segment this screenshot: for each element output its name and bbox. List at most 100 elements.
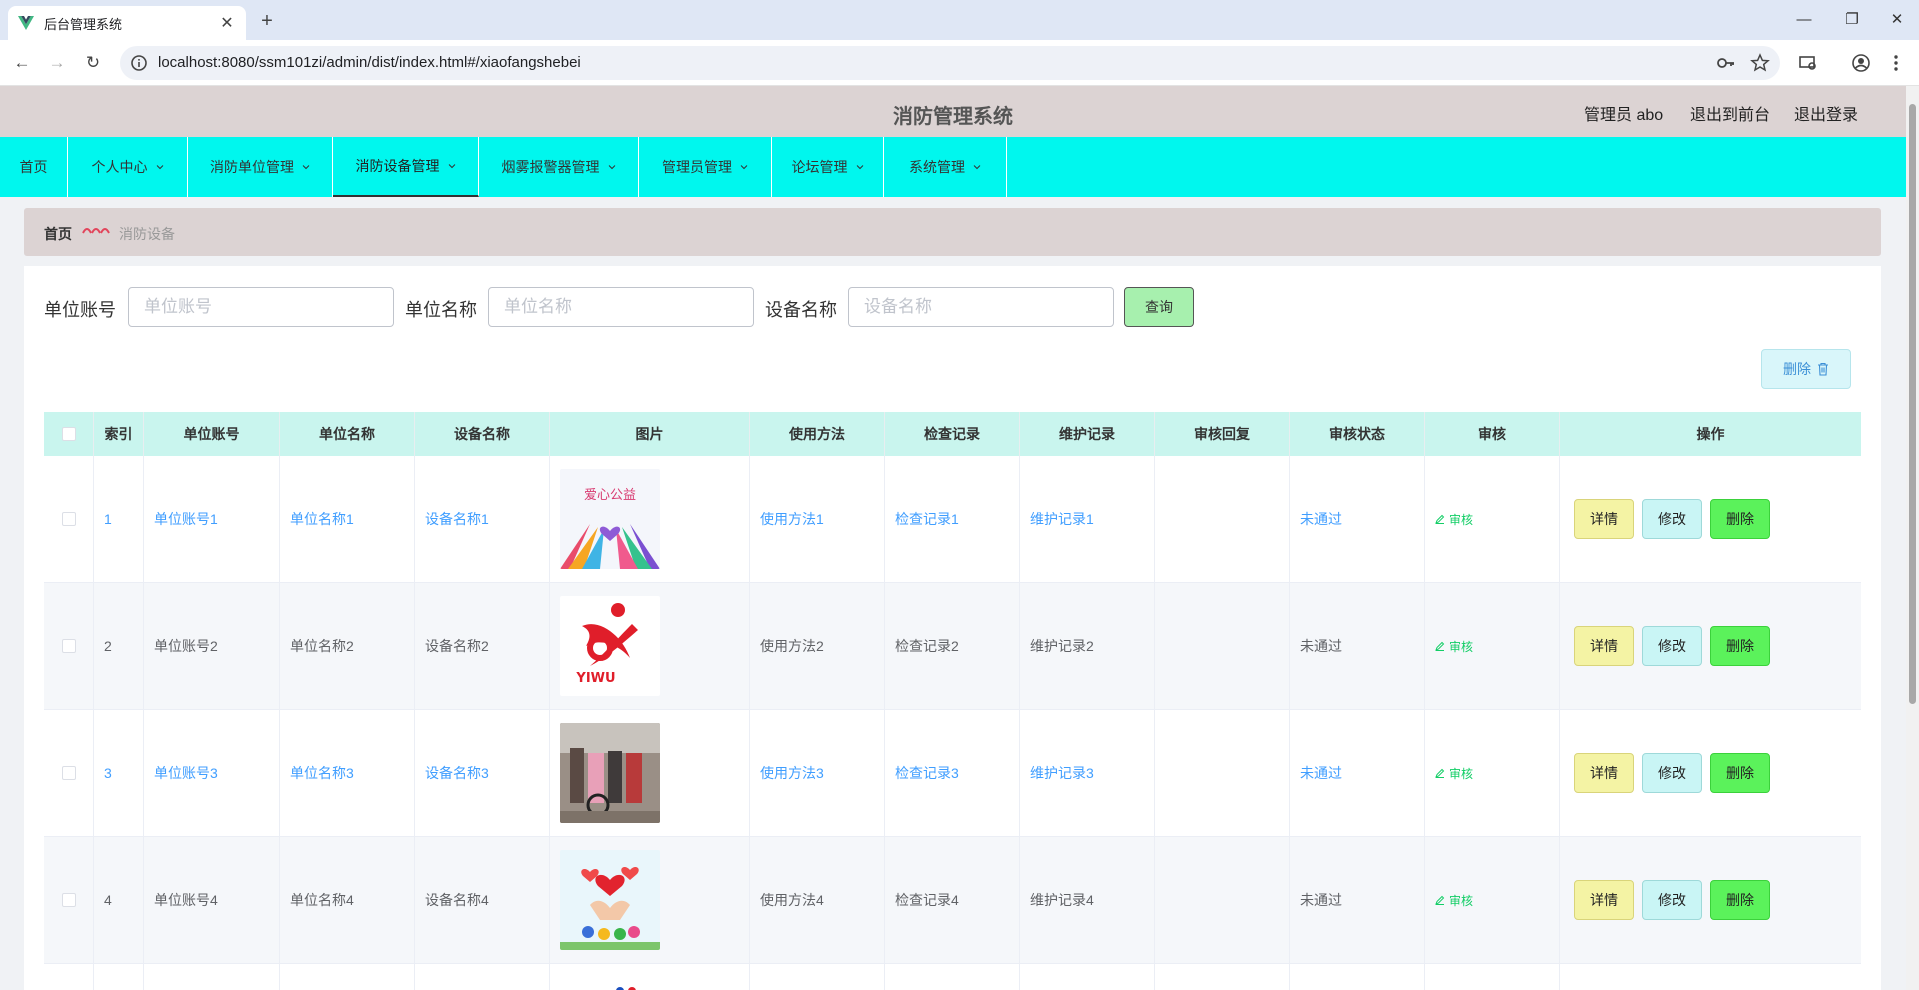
device-image[interactable]: 爱心公益 [560,469,660,569]
detail-button[interactable]: 详情 [1574,626,1634,666]
close-tab-icon[interactable]: ✕ [218,13,236,33]
logout-link[interactable]: 退出登录 [1794,101,1858,125]
delete-button[interactable]: 删除 [1710,499,1770,539]
row-checkbox[interactable] [61,639,76,653]
browser-menu-icon[interactable] [1886,53,1906,73]
query-button[interactable]: 查询 [1124,287,1194,327]
restore-icon[interactable]: ❐ [1840,8,1864,32]
table-row: 2 单位账号2 单位名称2 设备名称2 YIWU 使用方法2 检查记录2 维护记… [44,583,1861,710]
menu-label: 消防设备管理 [355,158,440,174]
delete-button[interactable]: 删除 [1710,626,1770,666]
exit-to-front-link[interactable]: 退出到前台 [1690,101,1770,125]
close-window-icon[interactable]: ✕ [1885,8,1909,32]
audit-button[interactable]: 审核 [1435,511,1473,528]
breadcrumb-current: 消防设备 [119,226,175,242]
edit-button[interactable]: 修改 [1642,753,1702,793]
audit-button[interactable]: 审核 [1435,892,1473,909]
site-info-icon[interactable] [130,54,148,72]
cell-index [94,964,144,990]
cell-index: 3 [94,710,144,836]
scrollbar-thumb[interactable] [1909,104,1916,704]
audit-button[interactable]: 审核 [1435,765,1473,782]
menu-item-forum-management[interactable]: 论坛管理 [772,137,884,197]
page-scrollbar[interactable] [1906,86,1919,990]
cell-audit-reply [1155,710,1290,836]
forward-icon[interactable]: → [45,51,69,75]
device-name-input[interactable] [848,287,1114,327]
breadcrumb: 首页 消防设备 [24,208,1881,256]
cell-actions: 详情 修改 删除 [1560,710,1861,836]
unit-name-label: 单位名称 [405,300,477,320]
row-checkbox[interactable] [61,512,76,526]
menu-item-smoke-alarm-management[interactable]: 烟雾报警器管理 [479,137,639,197]
edit-icon [1435,514,1445,524]
cell-audit [1425,964,1560,990]
cell-audit-reply [1155,837,1290,963]
bookmark-star-icon[interactable] [1750,53,1770,73]
menu-item-admin-management[interactable]: 管理员管理 [639,137,772,197]
new-tab-icon[interactable]: + [254,8,280,34]
cell-check-record: 检查记录2 [885,583,1020,709]
cell-audit: 审核 [1425,837,1560,963]
edit-icon [1435,641,1445,651]
audit-label: 审核 [1449,766,1474,781]
cell-unit-account: 单位账号2 [144,583,280,709]
delete-button[interactable]: 删除 [1710,753,1770,793]
profile-icon[interactable] [1851,53,1871,73]
chevron-down-icon [973,165,981,170]
table-row: 1 单位账号1 单位名称1 设备名称1 爱心公益 使用方法1 检查记录1 维护记… [44,456,1861,583]
key-icon[interactable] [1716,53,1736,73]
cell-index: 1 [94,456,144,582]
menu-item-personal-center[interactable]: 个人中心 [68,137,188,197]
menu-item-system-management[interactable]: 系统管理 [884,137,1007,197]
media-cast-icon[interactable] [1798,53,1818,73]
row-select-cell [44,583,94,709]
menu-item-home[interactable]: 首页 [0,137,68,197]
browser-tab[interactable]: 后台管理系统 ✕ [8,6,246,40]
select-all-checkbox[interactable] [61,427,76,441]
detail-button[interactable]: 详情 [1574,880,1634,920]
row-select-cell [44,837,94,963]
cell-device-name [415,964,550,990]
cell-maintain-record: 维护记录4 [1020,837,1155,963]
batch-delete-button[interactable]: 删除 [1761,349,1851,389]
column-header: 设备名称 [415,412,550,456]
device-name-label: 设备名称 [765,300,837,320]
unit-account-label: 单位账号 [44,300,116,320]
audit-label: 审核 [1449,893,1474,908]
breadcrumb-home[interactable]: 首页 [44,224,72,244]
menu-item-device-management[interactable]: 消防设备管理 [333,137,479,197]
audit-button[interactable]: 审核 [1435,638,1473,655]
unit-name-input[interactable] [488,287,754,327]
cell-unit-name: 单位名称4 [280,837,415,963]
table-header: 索引 单位账号 单位名称 设备名称 图片 使用方法 检查记录 维护记录 审核回复… [44,412,1861,456]
cell-unit-account: 单位账号4 [144,837,280,963]
detail-button[interactable]: 详情 [1574,753,1634,793]
address-bar[interactable]: localhost:8080/ssm101zi/admin/dist/index… [120,46,1780,80]
detail-button[interactable]: 详情 [1574,499,1634,539]
cell-unit-account: 单位账号1 [144,456,280,582]
app-header: 消防管理系统 管理员 abo 退出到前台 退出登录 [0,86,1906,137]
cell-device-name: 设备名称3 [415,710,550,836]
reload-icon[interactable]: ↻ [81,51,105,75]
top-menu: 首页 个人中心 消防单位管理 消防设备管理 烟雾报警器管理 管理员管理 论坛管理… [0,137,1906,197]
device-image-partial [616,987,636,990]
menu-item-unit-management[interactable]: 消防单位管理 [188,137,333,197]
column-header: 使用方法 [750,412,885,456]
delete-button[interactable]: 删除 [1710,880,1770,920]
device-image[interactable] [560,850,660,950]
back-icon[interactable]: ← [10,51,34,75]
device-image[interactable]: YIWU [560,596,660,696]
edit-button[interactable]: 修改 [1642,626,1702,666]
minimize-icon[interactable]: — [1792,8,1816,32]
cell-audit-reply [1155,583,1290,709]
cell-image: YIWU [550,583,750,709]
row-checkbox[interactable] [61,893,76,907]
unit-account-input[interactable] [128,287,394,327]
edit-button[interactable]: 修改 [1642,880,1702,920]
row-checkbox[interactable] [61,766,76,780]
device-image[interactable] [560,723,660,823]
edit-button[interactable]: 修改 [1642,499,1702,539]
edit-icon [1435,895,1445,905]
cell-image [550,837,750,963]
